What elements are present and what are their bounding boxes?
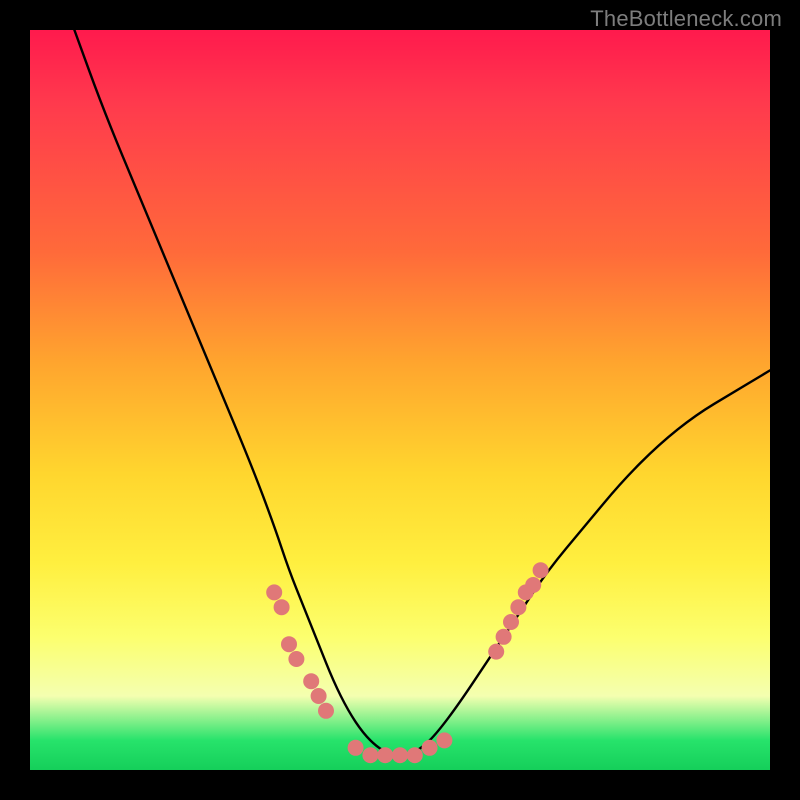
marker-dot <box>318 703 334 719</box>
marker-dot <box>496 629 512 645</box>
marker-dot <box>525 577 541 593</box>
marker-dot <box>377 747 393 763</box>
marker-dot <box>510 599 526 615</box>
marker-dot <box>274 599 290 615</box>
marker-dot <box>288 651 304 667</box>
marker-dot <box>281 636 297 652</box>
plot-area <box>30 30 770 770</box>
marker-dot <box>348 740 364 756</box>
marker-dot <box>533 562 549 578</box>
marker-dot <box>303 673 319 689</box>
marker-dot <box>488 644 504 660</box>
chart-svg <box>30 30 770 770</box>
watermark-text: TheBottleneck.com <box>590 6 782 32</box>
marker-dot <box>362 747 378 763</box>
outer-frame: TheBottleneck.com <box>0 0 800 800</box>
marker-dot <box>422 740 438 756</box>
marker-dot <box>407 747 423 763</box>
marker-dot <box>436 732 452 748</box>
marker-dot <box>503 614 519 630</box>
marker-dot <box>266 584 282 600</box>
bottleneck-curve-path <box>74 30 770 755</box>
marker-group <box>266 562 548 763</box>
marker-dot <box>311 688 327 704</box>
marker-dot <box>392 747 408 763</box>
